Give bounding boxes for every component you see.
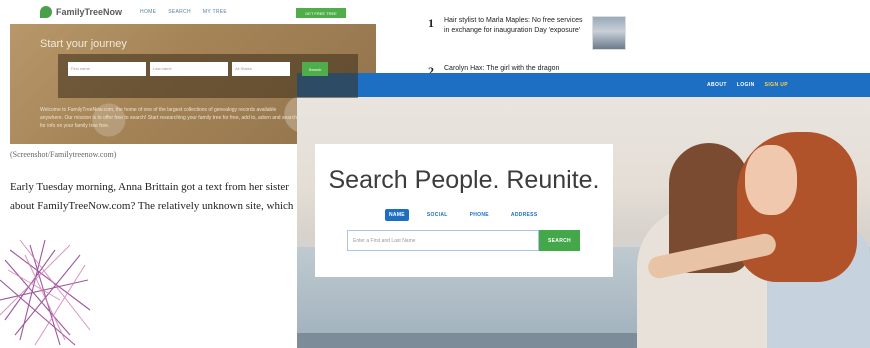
smiling-person-face: [745, 145, 797, 215]
get-free-tree-button[interactable]: GET FREE TREE: [296, 8, 346, 18]
name-search-input[interactable]: Enter a First and Last Name: [347, 230, 539, 251]
top-navbar: ABOUT LOGIN SIGN UP: [297, 73, 870, 97]
state-select[interactable]: All States: [232, 62, 290, 76]
page-title: Search People. Reunite.: [328, 166, 600, 194]
screenshot-caption: (Screenshot/Familytreenow.com): [10, 150, 117, 159]
familytreenow-logo[interactable]: FamilyTreeNow: [40, 6, 122, 18]
nav-sign-up[interactable]: SIGN UP: [765, 82, 788, 88]
tab-social[interactable]: SOCIAL: [423, 209, 452, 221]
article-body: Early Tuesday morning, Anna Brittain got…: [10, 181, 294, 212]
welcome-text: Welcome to FamilyTreeNow.com, the home o…: [40, 107, 297, 129]
search-button[interactable]: SEARCH: [539, 230, 580, 251]
first-name-field[interactable]: First name: [68, 62, 146, 76]
last-name-field[interactable]: Last name: [150, 62, 228, 76]
familytreenow-header: FamilyTreeNow HOME SEARCH MY TREE GET FR…: [10, 0, 376, 24]
people-search-screenshot: ABOUT LOGIN SIGN UP Search People. Reuni…: [297, 73, 870, 348]
ftn-search-form: First name Last name All States Search: [58, 54, 358, 98]
nav-about[interactable]: ABOUT: [707, 82, 727, 88]
leaf-icon: [40, 6, 52, 18]
search-card: Search People. Reunite. NAME SOCIAL PHON…: [315, 144, 613, 277]
headline-link[interactable]: Hair stylist to Marla Maples: No free se…: [444, 16, 584, 50]
tab-address[interactable]: ADDRESS: [507, 209, 542, 221]
familytreenow-nav: HOME SEARCH MY TREE: [140, 9, 227, 15]
nav-login[interactable]: LOGIN: [737, 82, 755, 88]
headline-thumbnail: [592, 16, 626, 50]
search-type-tabs: NAME SOCIAL PHONE ADDRESS: [385, 209, 541, 221]
list-item[interactable]: 1 Hair stylist to Marla Maples: No free …: [428, 16, 633, 50]
hero-image: Search People. Reunite. NAME SOCIAL PHON…: [297, 97, 870, 348]
nav-link-search[interactable]: SEARCH: [168, 9, 191, 15]
hero-title: Start your journey: [40, 38, 127, 50]
network-graphic-icon: [0, 240, 91, 346]
nav-link-my-tree[interactable]: MY TREE: [203, 9, 227, 15]
rank-number: 1: [428, 16, 434, 30]
logo-text: FamilyTreeNow: [56, 7, 123, 17]
ftn-search-button[interactable]: Search: [302, 62, 328, 76]
tab-phone[interactable]: PHONE: [466, 209, 493, 221]
tab-name[interactable]: NAME: [385, 209, 409, 221]
nav-link-home[interactable]: HOME: [140, 9, 156, 15]
